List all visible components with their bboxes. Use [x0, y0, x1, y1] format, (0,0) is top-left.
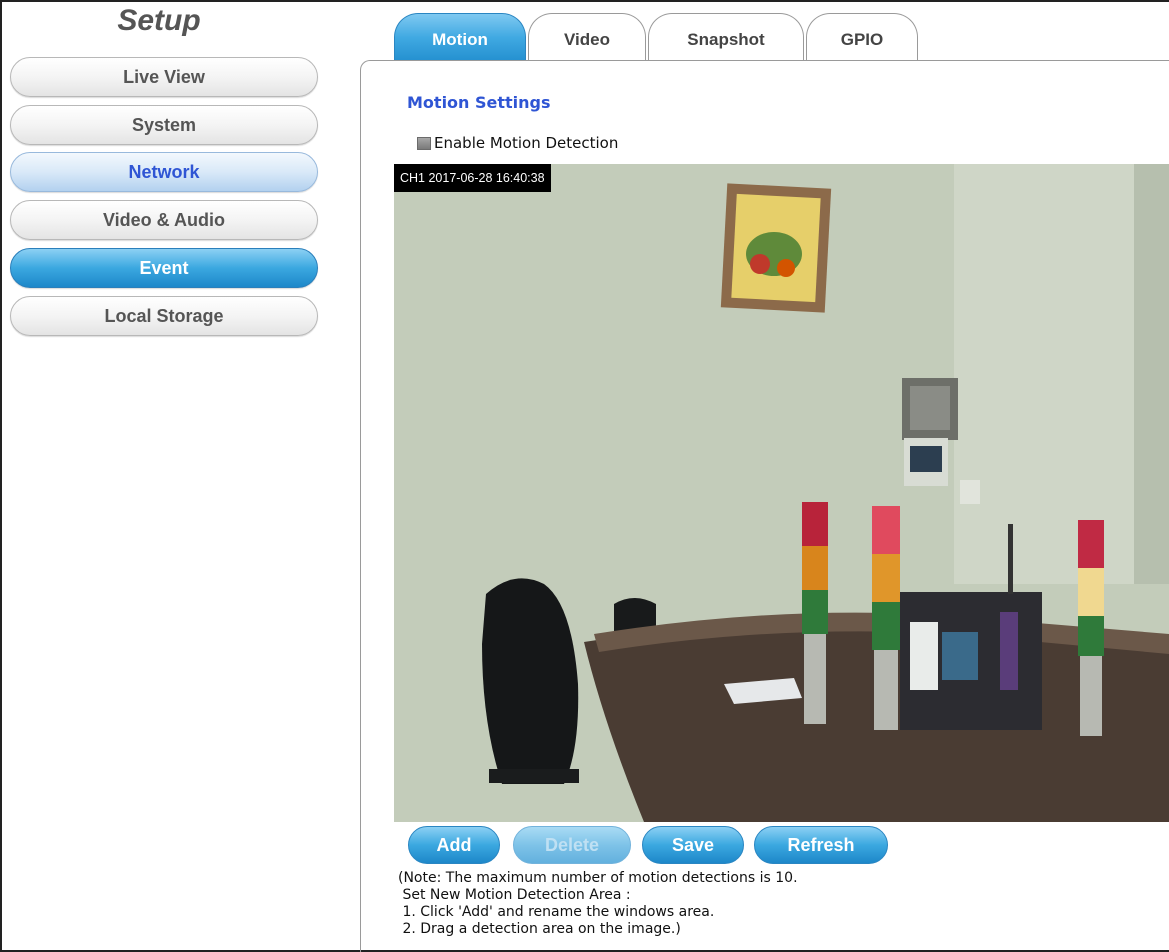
signal-tower — [1078, 520, 1104, 736]
sidebar-item-system[interactable]: System — [10, 105, 318, 145]
sidebar-item-event[interactable]: Event — [10, 248, 318, 288]
setup-title: Setup — [117, 4, 201, 37]
signal-tower — [802, 502, 828, 724]
tab-video[interactable]: Video — [528, 13, 646, 61]
note-line: 2. Drag a detection area on the image.) — [398, 921, 681, 937]
delete-button[interactable]: Delete — [513, 826, 631, 864]
tab-gpio[interactable]: GPIO — [806, 13, 918, 61]
note-line: Set New Motion Detection Area : — [398, 887, 631, 903]
camera-scene — [394, 164, 1169, 822]
note-text: (Note: The maximum number of motion dete… — [398, 870, 798, 938]
sidebar-item-live-view[interactable]: Live View — [10, 57, 318, 97]
signal-tower — [872, 506, 900, 730]
enable-motion-label: Enable Motion Detection — [434, 134, 619, 152]
save-button[interactable]: Save — [642, 826, 744, 864]
note-line: (Note: The maximum number of motion dete… — [398, 870, 798, 886]
tab-motion[interactable]: Motion — [394, 13, 526, 61]
camera-timestamp: CH1 2017-06-28 16:40:38 — [394, 164, 551, 192]
note-line: 1. Click 'Add' and rename the windows ar… — [398, 904, 715, 920]
painting — [720, 183, 832, 313]
tab-snapshot[interactable]: Snapshot — [648, 13, 804, 61]
camera-view[interactable]: CH1 2017-06-28 16:40:38 — [394, 164, 1169, 822]
enable-motion-checkbox[interactable] — [417, 137, 431, 150]
sidebar-item-network[interactable]: Network — [10, 152, 318, 192]
sidebar-item-local-storage[interactable]: Local Storage — [10, 296, 318, 336]
sidebar-item-video-audio[interactable]: Video & Audio — [10, 200, 318, 240]
section-title: Motion Settings — [407, 93, 551, 112]
refresh-button[interactable]: Refresh — [754, 826, 888, 864]
add-button[interactable]: Add — [408, 826, 500, 864]
